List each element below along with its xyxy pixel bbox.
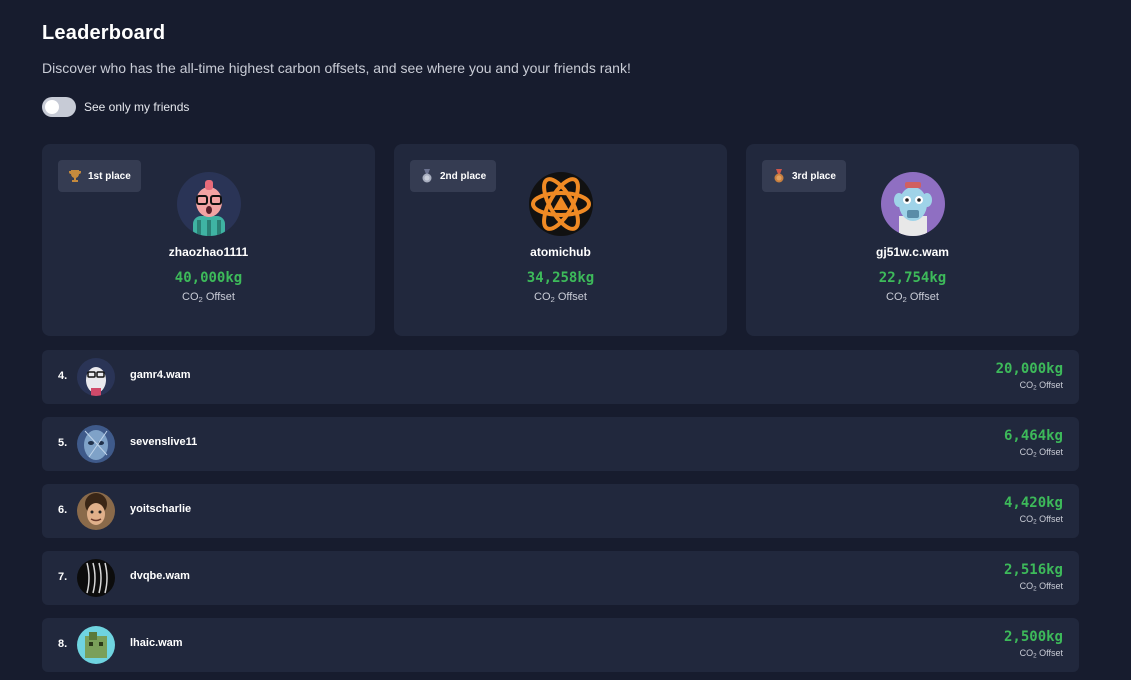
page-subtitle: Discover who has the all-time highest ca… [42,60,631,76]
offset-label: CO2 Offset [1019,380,1063,392]
offset-label: CO2 Offset [1019,581,1063,593]
offset-label: CO2 Offset [1019,648,1063,660]
player-name[interactable]: yoitscharlie [130,503,191,515]
player-name[interactable]: gamr4.wam [130,369,191,381]
offset-amount: 6,464kg [1003,428,1063,444]
avatar[interactable] [77,559,115,597]
offset-amount: 4,420kg [1003,495,1063,511]
player-name[interactable]: dvqbe.wam [130,570,190,582]
friends-toggle-label[interactable]: See only my friends [84,100,189,114]
rank-number: 5. [58,437,68,449]
offset-amount: 22,754kg [878,270,947,286]
place-badge: 2nd place [410,160,497,192]
place-badge: 3rd place [762,160,846,192]
leaderboard-row[interactable]: 7. dvqbe.wam 2,516kg CO2 Offset [42,551,1079,605]
toggle-knob [45,100,59,114]
silver-medal-icon [422,169,432,183]
place-badge: 1st place [58,160,141,192]
leaderboard-row[interactable]: 8. lhaic.wam 2,500kg CO2 Offset [42,618,1079,672]
offset-label: CO2 Offset [182,291,235,304]
player-name[interactable]: lhaic.wam [130,637,183,649]
rank-number: 6. [58,504,68,516]
bronze-medal-icon [774,169,784,183]
podium-card-3rd[interactable]: 3rd place gj51w.c.wam 22,754kg CO2 Offse… [746,144,1079,336]
avatar[interactable] [77,425,115,463]
podium-card-1st[interactable]: 1st place zhaozhao1111 40,000kg CO2 Offs… [42,144,375,336]
offset-amount: 34,258kg [526,270,595,286]
avatar[interactable] [176,172,241,236]
trophy-icon [69,170,81,182]
rank-number: 4. [58,370,68,382]
avatar[interactable] [880,172,945,236]
place-label: 1st place [88,170,131,182]
offset-label: CO2 Offset [534,291,587,304]
offset-amount: 2,516kg [1003,562,1063,578]
player-name[interactable]: sevenslive11 [130,436,197,448]
offset-amount: 20,000kg [995,361,1063,377]
leaderboard-row[interactable]: 5. sevenslive11 6,464kg CO2 Offset [42,417,1079,471]
avatar[interactable] [77,626,115,664]
offset-label: CO2 Offset [886,291,939,304]
friends-filter: See only my friends [42,97,189,117]
podium-card-2nd[interactable]: 2nd place atomichub 34,258kg CO2 Offset [394,144,727,336]
offset-amount: 2,500kg [1003,629,1063,645]
avatar[interactable] [528,172,593,236]
leaderboard-page: Leaderboard Discover who has the all-tim… [0,0,1131,680]
rank-number: 7. [58,571,68,583]
offset-label: CO2 Offset [1019,447,1063,459]
avatar[interactable] [77,492,115,530]
leaderboard-row[interactable]: 6. yoitscharlie 4,420kg CO2 Offset [42,484,1079,538]
player-name[interactable]: atomichub [394,245,727,259]
player-name[interactable]: gj51w.c.wam [746,245,1079,259]
avatar[interactable] [77,358,115,396]
place-label: 2nd place [440,170,487,182]
offset-amount: 40,000kg [174,270,243,286]
place-label: 3rd place [792,170,836,182]
friends-toggle[interactable] [42,97,76,117]
player-name[interactable]: zhaozhao1111 [42,245,375,259]
page-title: Leaderboard [42,22,166,44]
leaderboard-row[interactable]: 4. gamr4.wam 20,000kg CO2 Offset [42,350,1079,404]
offset-label: CO2 Offset [1019,514,1063,526]
rank-number: 8. [58,638,68,650]
